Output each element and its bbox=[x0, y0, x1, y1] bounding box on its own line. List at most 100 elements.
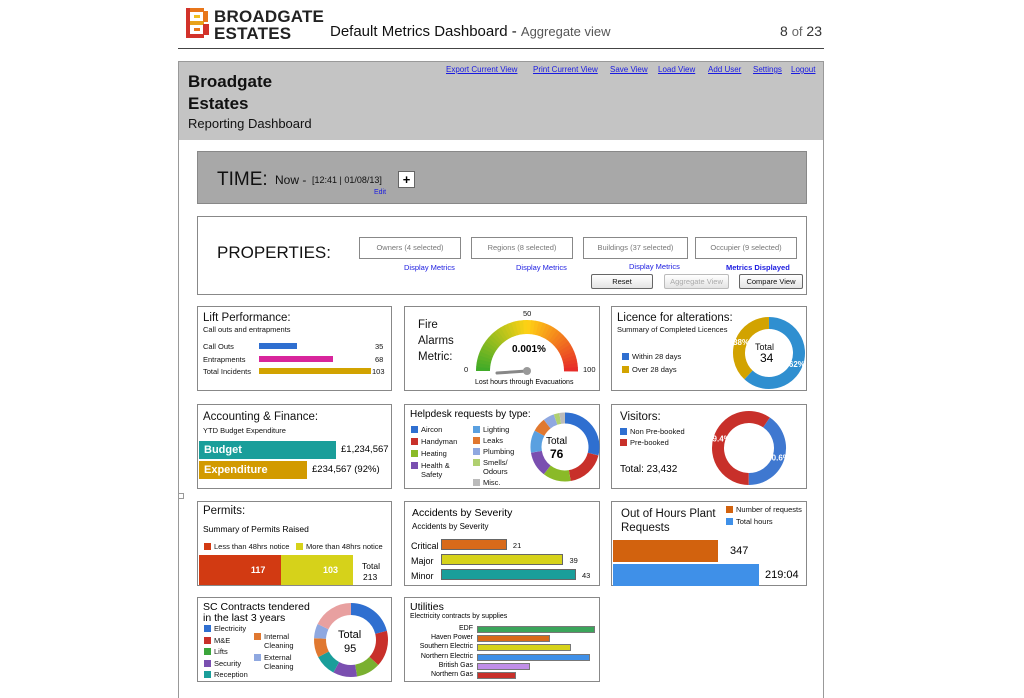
utilities-subtitle: Electricity contracts by supplies bbox=[410, 613, 508, 620]
occupier-selector[interactable]: Occupier (9 selected) bbox=[695, 237, 797, 259]
regions-display-metrics-link[interactable]: Display Metrics bbox=[516, 263, 567, 272]
fire-gauge-value: 0.001% bbox=[512, 344, 546, 355]
contracts-legend-item: Reception bbox=[204, 670, 248, 679]
helpdesk-legend-item: Leaks bbox=[473, 436, 503, 445]
lift-row-value: 68 bbox=[375, 354, 384, 364]
helpdesk-legend-item: Aircon bbox=[411, 425, 442, 434]
nav-settings[interactable]: Settings bbox=[753, 65, 782, 74]
helpdesk-slice bbox=[553, 412, 562, 425]
properties-label: PROPERTIES: bbox=[217, 243, 331, 262]
plant-bar-value: 219:04 bbox=[765, 569, 799, 581]
lift-performance-panel: Lift Performance: Call outs and entrapme… bbox=[197, 306, 392, 391]
nav-load-view[interactable]: Load View bbox=[658, 65, 695, 74]
utilities-title: Utilities bbox=[410, 601, 444, 613]
helpdesk-legend-item: Handyman bbox=[411, 437, 457, 446]
fire-title-line-3: Metric: bbox=[418, 351, 453, 363]
brand-line-2: ESTATES bbox=[214, 24, 292, 43]
contracts-total-label: Total bbox=[338, 629, 362, 641]
compare-view-button[interactable]: Compare View bbox=[739, 274, 803, 289]
header-divider bbox=[178, 48, 824, 49]
buildings-selector[interactable]: Buildings (37 selected) bbox=[583, 237, 688, 259]
time-edit-link[interactable]: Edit bbox=[374, 189, 386, 196]
permit-bar-value: 103 bbox=[323, 565, 339, 575]
reset-button[interactable]: Reset bbox=[591, 274, 653, 289]
gauge-segment bbox=[479, 347, 495, 357]
buildings-display-metrics-link[interactable]: Display Metrics bbox=[629, 262, 680, 271]
accident-row-label: Major bbox=[411, 556, 434, 566]
page: BROADGATE ESTATES Default Metrics Dashbo… bbox=[0, 0, 1024, 698]
page-total: 23 bbox=[806, 23, 822, 39]
helpdesk-slice bbox=[543, 465, 571, 482]
helpdesk-panel: Helpdesk requests by type: Total 76 Airc… bbox=[404, 404, 600, 489]
contracts-legend-item: Internal Cleaning bbox=[254, 632, 294, 650]
nav-export-current-view[interactable]: Export Current View bbox=[446, 65, 517, 74]
doc-title: Default Metrics Dashboard - Aggregate vi… bbox=[330, 23, 611, 40]
utility-bar bbox=[477, 672, 516, 679]
owners-selector[interactable]: Owners (4 selected) bbox=[359, 237, 461, 259]
helpdesk-slice bbox=[530, 430, 545, 453]
gauge-segment bbox=[556, 341, 571, 353]
contracts-slice bbox=[314, 638, 329, 658]
gauge-segment bbox=[497, 327, 509, 342]
regions-selector[interactable]: Regions (8 selected) bbox=[471, 237, 573, 259]
helpdesk-title: Helpdesk requests by type: bbox=[410, 409, 531, 420]
fire-gauge-mid: 50 bbox=[523, 309, 532, 318]
visitors-slice bbox=[712, 411, 770, 485]
gauge-segment bbox=[507, 322, 516, 337]
accidents-panel: Accidents by Severity Accidents by Sever… bbox=[404, 501, 600, 586]
permits-title: Permits: bbox=[203, 505, 246, 517]
utility-row-label: Haven Power bbox=[430, 634, 473, 642]
doc-title-main: Default Metrics Dashboard - bbox=[330, 23, 521, 40]
contracts-total: 95 bbox=[344, 643, 357, 655]
aggregate-view-button[interactable]: Aggregate View bbox=[664, 274, 729, 289]
utility-row-label: EDF bbox=[459, 625, 473, 632]
helpdesk-slice bbox=[568, 452, 599, 482]
contracts-slice bbox=[318, 651, 340, 673]
contracts-slice bbox=[317, 603, 352, 630]
app-name-line-2: Estates bbox=[188, 94, 249, 113]
helpdesk-legend-item: Heating bbox=[411, 449, 447, 458]
permit-bar bbox=[199, 555, 281, 585]
utility-row-label: Northern Electric bbox=[420, 652, 473, 660]
nav-logout[interactable]: Logout bbox=[791, 65, 815, 74]
helpdesk-slice bbox=[564, 412, 600, 456]
time-panel: TIME: Now - [12:41 | 01/08/13] + Edit bbox=[197, 151, 807, 204]
gauge-segment bbox=[559, 347, 575, 358]
accident-bar bbox=[441, 569, 576, 580]
lift-row-label: Call Outs bbox=[203, 342, 234, 351]
gauge-segment bbox=[493, 329, 506, 343]
gauge-segment bbox=[481, 343, 496, 355]
contracts-legend-item: Lifts bbox=[204, 647, 228, 656]
gauge-segment bbox=[562, 359, 578, 366]
permit-bar bbox=[280, 555, 353, 585]
lift-title: Lift Performance: bbox=[203, 312, 291, 324]
licence-legend-over: Over 28 days bbox=[622, 365, 677, 374]
time-add-button[interactable]: + bbox=[398, 171, 415, 188]
contracts-legend-item: Security bbox=[204, 659, 241, 668]
nav-save-view[interactable]: Save View bbox=[610, 65, 648, 74]
occupier-metrics-displayed-link[interactable]: Metrics Displayed bbox=[726, 263, 790, 272]
lift-row-value: 35 bbox=[375, 342, 384, 351]
owners-display-metrics-link[interactable]: Display Metrics bbox=[404, 263, 455, 272]
accident-bar bbox=[441, 539, 507, 550]
page-number: 8 of 23 bbox=[780, 23, 822, 39]
expenditure-label: Expenditure bbox=[204, 464, 268, 476]
visitors-donut: 40.6% 59.4% bbox=[708, 411, 790, 485]
broadgate-logo-icon bbox=[186, 8, 209, 38]
gauge-segment bbox=[483, 340, 498, 352]
permits-legend-less: Less than 48hrs notice bbox=[204, 542, 289, 551]
helpdesk-legend-item: Plumbing bbox=[473, 447, 514, 456]
accident-row-value: 21 bbox=[512, 541, 522, 550]
licence-legend-within: Within 28 days bbox=[622, 352, 681, 361]
nav-add-user[interactable]: Add User bbox=[708, 65, 741, 74]
gauge-segment bbox=[546, 327, 558, 342]
fire-gauge-max: 100 bbox=[583, 365, 596, 374]
visitors-total: Total: 23,432 bbox=[620, 464, 678, 475]
visitors-panel: Visitors: Non Pre-booked Pre-booked Tota… bbox=[611, 404, 807, 489]
budget-label: Budget bbox=[204, 444, 242, 456]
gauge-segment bbox=[541, 323, 551, 339]
helpdesk-legend-item: Smells/Odours bbox=[473, 458, 508, 476]
nav-print-current-view[interactable]: Print Current View bbox=[533, 65, 598, 74]
gauge-segment bbox=[477, 354, 492, 363]
permits-total-label: Total bbox=[362, 561, 380, 571]
